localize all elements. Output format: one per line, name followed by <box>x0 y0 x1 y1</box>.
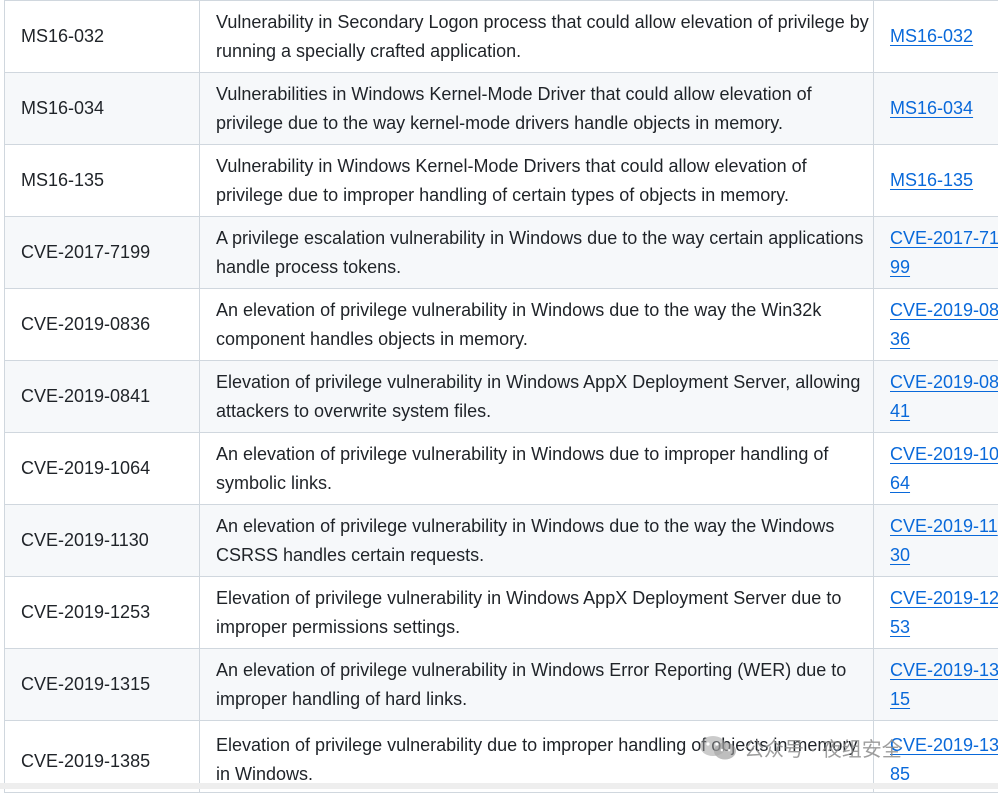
vuln-description: A privilege escalation vulnerability in … <box>200 217 874 289</box>
vuln-description: Vulnerabilities in Windows Kernel-Mode D… <box>200 73 874 145</box>
vuln-reference-link[interactable]: CVE-2017-7199 <box>890 228 998 277</box>
table-row: MS16-034 Vulnerabilities in Windows Kern… <box>5 73 998 145</box>
vuln-reference-link[interactable]: CVE-2019-0841 <box>890 372 998 421</box>
vuln-description: An elevation of privilege vulnerability … <box>200 505 874 577</box>
vuln-id: CVE-2019-1315 <box>5 649 200 721</box>
table-row: CVE-2019-1253 Elevation of privilege vul… <box>5 577 998 649</box>
table-row: CVE-2019-0836 An elevation of privilege … <box>5 289 998 361</box>
table-row: CVE-2019-1064 An elevation of privilege … <box>5 433 998 505</box>
vuln-id: CVE-2019-1385 <box>5 721 200 793</box>
vuln-description: Elevation of privilege vulnerability in … <box>200 577 874 649</box>
vuln-description: Vulnerability in Secondary Logon process… <box>200 1 874 73</box>
vuln-reference-link[interactable]: CVE-2019-1315 <box>890 660 998 709</box>
vuln-description: Elevation of privilege vulnerability due… <box>200 721 874 793</box>
vuln-id: MS16-032 <box>5 1 200 73</box>
vuln-description: Elevation of privilege vulnerability in … <box>200 361 874 433</box>
table-row: CVE-2019-1130 An elevation of privilege … <box>5 505 998 577</box>
vuln-id: CVE-2019-1130 <box>5 505 200 577</box>
vuln-id: CVE-2017-7199 <box>5 217 200 289</box>
vuln-reference-link[interactable]: CVE-2019-1130 <box>890 516 998 565</box>
vuln-id: CVE-2019-0836 <box>5 289 200 361</box>
vuln-description: Vulnerability in Windows Kernel-Mode Dri… <box>200 145 874 217</box>
bottom-scroll-edge <box>0 783 998 789</box>
vuln-description: An elevation of privilege vulnerability … <box>200 433 874 505</box>
table-row: CVE-2017-7199 A privilege escalation vul… <box>5 217 998 289</box>
vuln-id: CVE-2019-1064 <box>5 433 200 505</box>
table-row: MS16-135 Vulnerability in Windows Kernel… <box>5 145 998 217</box>
vuln-id: CVE-2019-1253 <box>5 577 200 649</box>
table-row: MS16-032 Vulnerability in Secondary Logo… <box>5 1 998 73</box>
vuln-id: MS16-034 <box>5 73 200 145</box>
table-row: CVE-2019-1385 Elevation of privilege vul… <box>5 721 998 793</box>
vuln-reference-link[interactable]: CVE-2019-1253 <box>890 588 998 637</box>
vuln-reference-link[interactable]: MS16-135 <box>890 170 973 190</box>
vuln-id: CVE-2019-0841 <box>5 361 200 433</box>
vuln-reference-link[interactable]: CVE-2019-0836 <box>890 300 998 349</box>
vuln-reference-link[interactable]: CVE-2019-1385 <box>890 735 998 784</box>
vuln-id: MS16-135 <box>5 145 200 217</box>
vuln-description: An elevation of privilege vulnerability … <box>200 289 874 361</box>
table-row: CVE-2019-0841 Elevation of privilege vul… <box>5 361 998 433</box>
table-row: CVE-2019-1315 An elevation of privilege … <box>5 649 998 721</box>
vuln-reference-link[interactable]: CVE-2019-1064 <box>890 444 998 493</box>
vuln-reference-link[interactable]: MS16-032 <box>890 26 973 46</box>
vuln-description: An elevation of privilege vulnerability … <box>200 649 874 721</box>
vuln-reference-link[interactable]: MS16-034 <box>890 98 973 118</box>
vulnerability-table: MS16-032 Vulnerability in Secondary Logo… <box>4 0 998 793</box>
